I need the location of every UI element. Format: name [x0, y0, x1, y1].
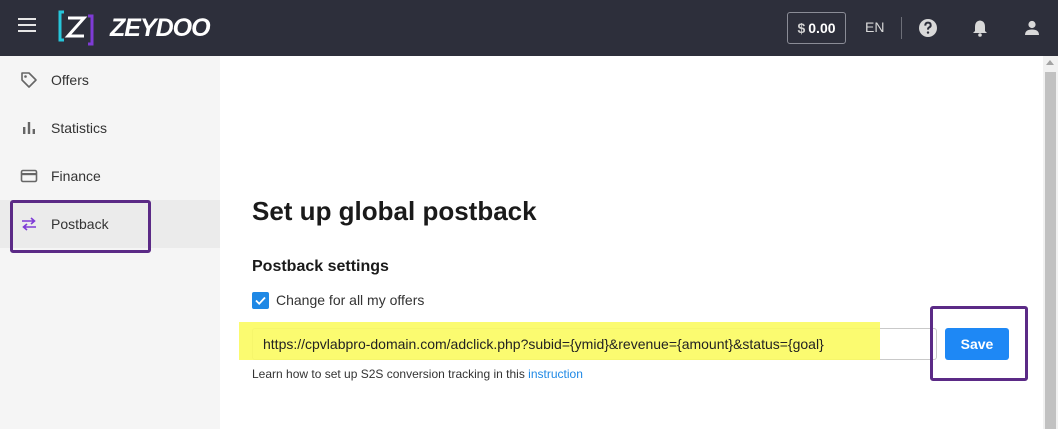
scroll-up-arrow-icon[interactable]	[1046, 60, 1054, 65]
credit-card-icon	[20, 169, 38, 183]
scrollbar-thumb[interactable]	[1045, 72, 1056, 429]
hamburger-menu-icon[interactable]	[18, 18, 38, 38]
section-title: Postback settings	[252, 258, 389, 275]
top-bar: ZEYDOO $0.00 EN	[0, 0, 1058, 56]
sidebar-item-finance[interactable]: Finance	[0, 152, 220, 200]
sidebar-item-offers[interactable]: Offers	[0, 56, 220, 104]
postback-url-value: https://cpvlabpro-domain.com/adclick.php…	[263, 336, 824, 352]
instruction-link[interactable]: instruction	[528, 367, 583, 381]
sidebar-item-label: Statistics	[51, 120, 108, 136]
help-icon[interactable]	[918, 18, 938, 38]
balance-amount: 0.00	[808, 20, 836, 36]
balance-button[interactable]: $0.00	[787, 12, 846, 44]
page-title: Set up global postback	[252, 196, 537, 226]
swap-arrows-icon	[22, 217, 36, 231]
sidebar-item-label: Finance	[51, 168, 101, 184]
help-text: Learn how to set up S2S conversion track…	[252, 367, 583, 381]
currency-symbol: $	[797, 20, 806, 36]
change-all-offers-checkbox[interactable]	[252, 292, 269, 309]
save-button[interactable]: Save	[945, 328, 1009, 360]
sidebar-item-statistics[interactable]: Statistics	[0, 104, 220, 152]
bar-chart-icon	[23, 122, 35, 134]
checkbox-label: Change for all my offers	[276, 292, 425, 308]
sidebar: Offers Statistics Finance Postback	[0, 56, 220, 429]
sidebar-item-label: Postback	[51, 216, 109, 232]
sidebar-item-label: Offers	[51, 72, 89, 88]
bell-icon[interactable]	[970, 18, 990, 38]
header-divider	[901, 17, 902, 39]
user-icon[interactable]	[1022, 18, 1042, 38]
sidebar-item-postback[interactable]: Postback	[0, 200, 220, 248]
logo-wordmark: ZEYDOO	[110, 14, 211, 42]
help-text-prefix: Learn how to set up S2S conversion track…	[252, 367, 525, 381]
language-selector[interactable]: EN	[865, 19, 884, 35]
tag-icon	[21, 72, 37, 88]
logo-icon	[58, 10, 94, 46]
